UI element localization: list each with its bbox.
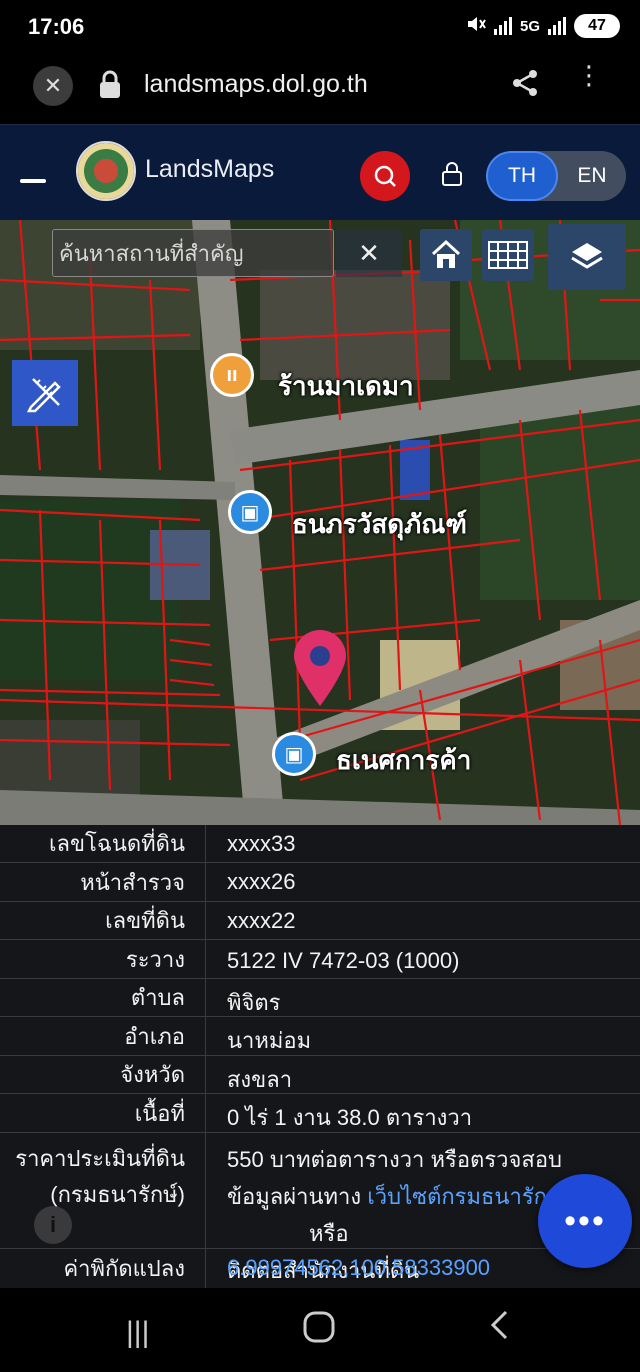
battery-indicator: 47 <box>574 14 620 38</box>
table-row: ระวาง 5122 IV 7472-03 (1000) <box>0 940 640 979</box>
row-value: สงขลา <box>227 1067 293 1092</box>
lock-icon[interactable] <box>98 70 122 105</box>
row-label: จังหวัด <box>0 1056 206 1093</box>
browser-toolbar: ✕ landsmaps.dol.go.th ⋮ <box>0 56 640 124</box>
draw-measure-button[interactable] <box>12 360 78 426</box>
table-row: อำเภอ นาหม่อม <box>0 1017 640 1056</box>
price-text-line2-prefix: ข้อมูลผ่านทาง <box>227 1184 368 1209</box>
recent-apps-icon[interactable]: ||| <box>126 1316 149 1350</box>
hamburger-menu-icon[interactable] <box>20 179 46 183</box>
row-value: 0 ไร่ 1 งาน 38.0 ตารางวา <box>227 1105 473 1130</box>
mute-icon <box>466 15 486 37</box>
row-value: xxxx33 <box>227 831 296 856</box>
search-icon <box>374 165 396 187</box>
grid-icon <box>488 241 528 269</box>
info-button[interactable]: i <box>34 1206 72 1244</box>
row-value: xxxx26 <box>227 869 296 894</box>
poi-label-shop: ธเนศการค้า <box>336 745 472 775</box>
table-row: เลขโฉนดที่ดิน xxxx33 <box>0 825 640 863</box>
language-toggle: TH EN <box>486 151 626 201</box>
row-value: xxxx22 <box>227 908 296 933</box>
location-pin-icon[interactable] <box>290 628 350 708</box>
brand-name[interactable]: LandsMaps <box>145 155 274 184</box>
app-header: LandsMaps TH EN <box>0 124 640 220</box>
price-label-line2: (กรมธนารักษ์) <box>50 1182 185 1207</box>
home-nav-icon[interactable] <box>302 1310 336 1352</box>
back-icon[interactable] <box>488 1308 512 1350</box>
table-row: ตำบล พิจิตร <box>0 979 640 1017</box>
price-label-line1: ราคาประเมินที่ดิน <box>15 1146 185 1171</box>
share-icon[interactable] <box>510 68 540 103</box>
status-time: 17:06 <box>28 14 85 39</box>
pencil-ruler-icon <box>26 378 61 413</box>
place-search-input[interactable]: ค้นหาสถานที่สำคัญ <box>52 229 334 277</box>
system-nav-bar: ||| <box>0 1288 640 1372</box>
poi-label-store: ธนภรวัสดุภัณฑ์ <box>292 509 467 539</box>
table-row: จังหวัด สงขลา <box>0 1056 640 1094</box>
more-options-icon[interactable]: ⋮ <box>576 62 602 88</box>
row-value: นาหม่อม <box>227 1028 312 1053</box>
status-bar: 17:06 5G 47 <box>0 0 640 56</box>
treasury-website-link[interactable]: เว็บไซต์กรมธนารัก <box>367 1184 547 1209</box>
row-label: ราคาประเมินที่ดิน (กรมธนารักษ์) <box>0 1133 206 1248</box>
home-icon <box>431 239 461 268</box>
poi-label-restaurant: ร้านมาเดมา <box>278 371 414 401</box>
status-icons: 5G 47 <box>466 14 620 38</box>
row-label: เนื้อที่ <box>0 1094 206 1132</box>
signal-icon <box>493 17 512 35</box>
row-label: ระวาง <box>0 940 206 978</box>
search-button[interactable] <box>360 151 410 201</box>
close-icon: ✕ <box>358 237 380 268</box>
row-label: หน้าสำรวจ <box>0 863 206 901</box>
network-type: 5G <box>519 17 540 35</box>
parcel-grid-button[interactable] <box>482 229 534 281</box>
signal-icon-2 <box>548 17 566 35</box>
home-button[interactable] <box>420 229 472 281</box>
close-tab-button[interactable]: ✕ <box>33 66 73 106</box>
table-row: ค่าพิกัดแปลง 6.99974562,100.58333900 <box>0 1249 640 1288</box>
lang-th-button[interactable]: TH <box>486 151 558 201</box>
row-label: อำเภอ <box>0 1017 206 1055</box>
restaurant-poi-icon[interactable]: ıı <box>210 353 254 397</box>
table-row: เนื้อที่ 0 ไร่ 1 งาน 38.0 ตารางวา <box>0 1094 640 1133</box>
row-value: พิจิตร <box>227 990 281 1015</box>
row-value: 5122 IV 7472-03 (1000) <box>227 948 460 973</box>
login-lock-icon[interactable] <box>440 161 464 192</box>
table-row: หน้าสำรวจ xxxx26 <box>0 863 640 902</box>
row-label: เลขที่ดิน <box>0 902 206 939</box>
url-text[interactable]: landsmaps.dol.go.th <box>144 70 368 99</box>
price-text-line2-suffix: หรือ <box>309 1221 349 1246</box>
row-label: เลขโฉนดที่ดิน <box>0 825 206 862</box>
clear-search-button[interactable]: ✕ <box>336 229 402 277</box>
map-view[interactable]: ค้นหาสถานที่สำคัญ ✕ ıı ร้านมาเดมา ▣ ธนภร… <box>0 220 640 825</box>
more-actions-fab[interactable]: ••• <box>538 1174 632 1268</box>
row-label: ตำบล <box>0 979 206 1016</box>
store-poi-icon[interactable]: ▣ <box>228 490 272 534</box>
row-label: ค่าพิกัดแปลง <box>0 1249 206 1288</box>
lang-en-button[interactable]: EN <box>558 151 626 201</box>
shop-poi-icon[interactable]: ▣ <box>272 732 316 776</box>
layers-button[interactable] <box>548 224 626 290</box>
department-seal-logo[interactable] <box>76 141 136 201</box>
price-text-line1: 550 บาทต่อตารางวา หรือตรวจสอบ <box>227 1147 562 1172</box>
table-row: เลขที่ดิน xxxx22 <box>0 902 640 940</box>
layers-icon <box>571 243 603 269</box>
close-icon: ✕ <box>43 73 63 98</box>
